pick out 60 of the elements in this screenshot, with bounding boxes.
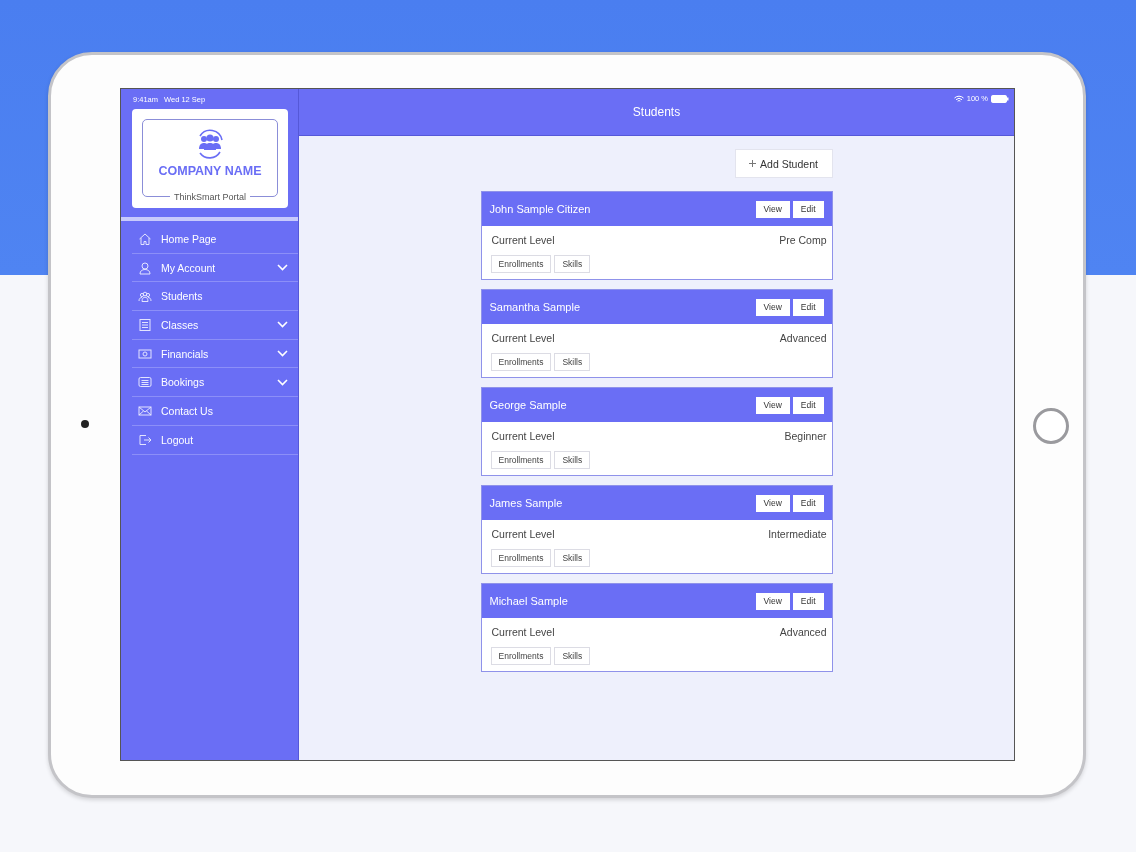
link-button[interactable]: Enrollments [490, 255, 552, 273]
level-value: Beginner [784, 430, 827, 442]
action-button[interactable]: Edit [792, 200, 824, 218]
sidebar-item[interactable]: Contact Us [132, 397, 298, 426]
card-icon [138, 375, 152, 390]
link-button[interactable]: Skills [554, 647, 591, 665]
home-button[interactable] [1033, 408, 1069, 444]
level-value: Advanced [779, 626, 827, 638]
link-button[interactable]: Skills [554, 451, 591, 469]
action-button[interactable]: Edit [792, 592, 824, 610]
level-label: Current Level [491, 626, 555, 638]
student-name: James Sample [489, 497, 563, 509]
portal-name: ThinkSmart Portal [170, 192, 250, 202]
sidebar-item[interactable]: Financials [132, 339, 298, 369]
student-name: George Sample [489, 399, 567, 411]
level-label: Current Level [491, 332, 555, 344]
exit-icon [138, 432, 152, 447]
action-button[interactable]: Edit [792, 298, 824, 316]
sidebar-item[interactable]: Home Page [132, 225, 298, 254]
action-button[interactable]: Edit [792, 396, 824, 414]
link-button[interactable]: Skills [554, 255, 591, 273]
link-button[interactable]: Enrollments [490, 647, 552, 665]
sidebar-item[interactable]: Classes [132, 311, 298, 340]
link-button[interactable]: Enrollments [490, 549, 552, 567]
sidebar-item[interactable]: Students [132, 282, 298, 312]
action-button[interactable]: View [755, 592, 790, 610]
sidebar-item[interactable]: My Account [132, 253, 298, 283]
level-label: Current Level [491, 430, 555, 442]
sidebar-item[interactable]: Bookings [132, 368, 298, 398]
company-name: COMPANY NAME [158, 164, 262, 178]
link-button[interactable]: Enrollments [490, 451, 552, 469]
sidebar-item[interactable]: Logout [132, 425, 298, 455]
link-button[interactable]: Skills [554, 353, 591, 371]
house-icon [138, 231, 152, 246]
level-value: Advanced [779, 332, 827, 344]
action-button[interactable]: Edit [792, 494, 824, 512]
camera-dot [81, 420, 89, 428]
level-value: Pre Comp [779, 234, 827, 246]
level-label: Current Level [491, 234, 555, 246]
action-button[interactable]: View [755, 200, 790, 218]
list-icon [138, 317, 152, 332]
battery-icon [991, 94, 1009, 103]
action-button[interactable]: View [755, 396, 790, 414]
wifi-icon [953, 94, 964, 103]
student-name: John Sample Citizen [489, 203, 591, 215]
plus-icon [749, 160, 757, 167]
student-name: Michael Sample [489, 595, 568, 607]
envelope-icon [138, 403, 152, 418]
action-button[interactable]: View [755, 494, 790, 512]
people-icon [138, 289, 152, 304]
link-button[interactable]: Skills [554, 549, 591, 567]
add-student-button[interactable]: Add Student [734, 149, 833, 178]
level-value: Intermediate [768, 528, 827, 540]
link-button[interactable]: Enrollments [490, 353, 552, 371]
student-name: Samantha Sample [489, 301, 580, 313]
action-button[interactable]: View [755, 298, 790, 316]
banknote-icon [138, 346, 152, 361]
person-icon [138, 260, 152, 275]
page-title: Students [632, 105, 681, 119]
level-label: Current Level [491, 528, 555, 540]
